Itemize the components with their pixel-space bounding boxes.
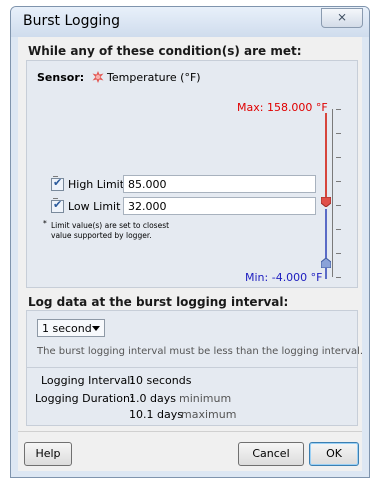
interval-hint: The burst logging interval must be less … xyxy=(37,346,364,357)
interval-heading: Log data at the burst logging interval: xyxy=(28,295,289,309)
help-button[interactable]: Help xyxy=(24,442,72,466)
low-range-track xyxy=(325,209,327,279)
close-icon: ⨯ xyxy=(336,10,348,24)
conditions-heading: While any of these condition(s) are met: xyxy=(28,44,302,58)
duration-max-suffix: maximum xyxy=(181,408,237,421)
sensor-name: Temperature (°F) xyxy=(107,71,201,84)
high-limit-checkbox[interactable]: ✔ xyxy=(51,176,64,191)
low-limit-checkbox[interactable]: ✔ xyxy=(51,198,64,213)
duration-min-suffix: minimum xyxy=(179,392,232,405)
title-bar: Burst Logging ⨯ xyxy=(11,7,369,37)
note-line-1: Limit value(s) are set to closest xyxy=(51,221,170,230)
checkmark-icon: ✔ xyxy=(53,198,63,211)
sensor-prefix: Sensor: xyxy=(37,71,85,84)
scale-tick xyxy=(336,253,341,254)
logging-duration-label: Logging Duration: xyxy=(35,392,134,405)
duration-min-value: 1.0 days xyxy=(129,392,176,405)
burst-interval-value: 1 second xyxy=(42,322,92,335)
dropdown-arrow-icon xyxy=(92,326,100,331)
temperature-sensor-icon xyxy=(92,71,104,83)
scale-tick xyxy=(336,205,341,206)
ok-button[interactable]: OK xyxy=(309,442,359,466)
limit-scale xyxy=(332,109,333,277)
high-range-track xyxy=(325,113,327,198)
high-limit-input[interactable]: 85.000 xyxy=(123,175,316,193)
scale-tick xyxy=(336,277,341,278)
low-limit-label: Low Limit xyxy=(68,200,121,213)
max-value-label: Max: 158.000 °F xyxy=(237,101,328,114)
footer-divider xyxy=(18,431,362,432)
high-limit-slider-thumb[interactable] xyxy=(321,197,331,207)
logging-interval-label: Logging Interval: xyxy=(41,374,134,387)
high-limit-label: High Limit xyxy=(68,178,125,191)
scale-tick xyxy=(336,229,341,230)
low-limit-input[interactable]: 32.000 xyxy=(123,197,316,215)
duration-max-value: 10.1 days xyxy=(129,408,183,421)
scale-tick xyxy=(336,157,341,158)
scale-tick xyxy=(336,181,341,182)
min-value-label: Min: -4.000 °F xyxy=(245,271,323,284)
interval-panel: 1 second The burst logging interval must… xyxy=(26,310,363,368)
burst-interval-select[interactable]: 1 second xyxy=(37,319,105,337)
dialog-title: Burst Logging xyxy=(23,13,121,29)
logging-info-panel: Logging Interval: 10 seconds Logging Dur… xyxy=(26,367,358,426)
dialog-body: While any of these condition(s) are met:… xyxy=(18,37,363,471)
low-limit-slider-thumb[interactable] xyxy=(321,258,331,268)
conditions-panel: Sensor: Temperature (°F) Max: 158.000 °F… xyxy=(26,60,358,288)
checkmark-icon: ✔ xyxy=(53,176,63,189)
cancel-button[interactable]: Cancel xyxy=(238,442,304,466)
close-button[interactable]: ⨯ xyxy=(321,8,363,28)
burst-logging-dialog: Burst Logging ⨯ While any of these condi… xyxy=(10,6,370,478)
logging-interval-value: 10 seconds xyxy=(129,374,192,387)
note-bullet: * xyxy=(43,219,47,228)
scale-tick xyxy=(336,109,341,110)
note-line-2: value supported by logger. xyxy=(51,231,152,240)
scale-tick xyxy=(336,133,341,134)
